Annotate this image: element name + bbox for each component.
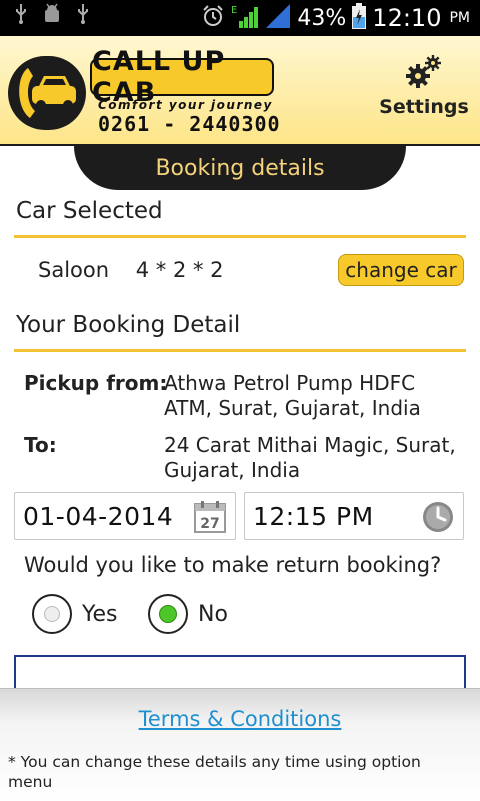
radio-indicator-on [159, 605, 177, 623]
clock-time: 12:10 [372, 4, 442, 32]
date-value: 01-04-2014 [23, 501, 174, 531]
battery-percent: 43% [297, 5, 347, 31]
pickup-label: Pickup from: [24, 371, 168, 395]
destination-value: 24 Carat Mithai Magic, Surat, Gujarat, I… [164, 433, 456, 482]
car-config: 4 * 2 * 2 [135, 258, 224, 282]
logo-tagline: Comfort your journey [98, 98, 273, 112]
status-bar: E 43% 12:10 PM [0, 0, 480, 36]
logo-taxi-icon [8, 56, 86, 130]
footer: Terms & Conditions * You can change thes… [0, 688, 480, 801]
return-yes-radio[interactable]: Yes [32, 594, 118, 634]
pickup-value: Athwa Petrol Pump HDFC ATM, Surat, Gujar… [164, 371, 421, 420]
alarm-icon [201, 4, 225, 32]
footnote: * You can change these details any time … [8, 753, 421, 791]
time-value: 12:15 PM [253, 501, 374, 531]
battery-charging-icon [352, 3, 367, 33]
gears-icon [404, 54, 444, 92]
svg-text:E: E [231, 5, 237, 16]
usb-icon [76, 0, 90, 36]
signal-icon [265, 3, 291, 33]
date-field[interactable]: 01-04-2014 27 [14, 492, 236, 540]
section-title-tab: Booking details [74, 146, 406, 190]
radio-button[interactable] [32, 594, 72, 634]
destination-label: To: [24, 433, 57, 457]
car-selected-heading: Car Selected [16, 198, 163, 224]
logo-banner: CALL UP CAB [90, 46, 274, 108]
radio-indicator-off [44, 606, 60, 622]
calendar-icon[interactable]: 27 [193, 500, 227, 538]
selected-car: Saloon 4 * 2 * 2 [38, 258, 224, 282]
app-header: CALL UP CAB Comfort your journey 0261 - … [0, 36, 480, 144]
calendar-day: 27 [200, 516, 219, 532]
settings-button[interactable]: Settings [379, 54, 469, 126]
radio-label-no: No [198, 601, 228, 627]
android-debug-icon [42, 0, 62, 36]
settings-label: Settings [379, 96, 469, 118]
clock-icon[interactable] [421, 500, 455, 538]
section-title: Booking details [155, 155, 325, 181]
return-booking-question: Would you like to make return booking? [24, 553, 442, 577]
terms-link[interactable]: Terms & Conditions [0, 707, 480, 731]
return-no-radio[interactable]: No [148, 594, 228, 634]
time-field[interactable]: 12:15 PM [244, 492, 464, 540]
signal-e-icon: E [231, 3, 259, 33]
booking-detail-heading: Your Booking Detail [16, 312, 241, 338]
change-car-button[interactable]: change car [338, 254, 464, 286]
divider [14, 235, 466, 238]
car-name: Saloon [38, 258, 110, 282]
radio-label-yes: Yes [82, 601, 118, 627]
logo-phone: 0261 - 2440300 [98, 112, 281, 136]
radio-button[interactable] [148, 594, 188, 634]
clock-ampm: PM [449, 10, 470, 26]
divider [14, 349, 466, 352]
usb-icon [14, 0, 28, 36]
